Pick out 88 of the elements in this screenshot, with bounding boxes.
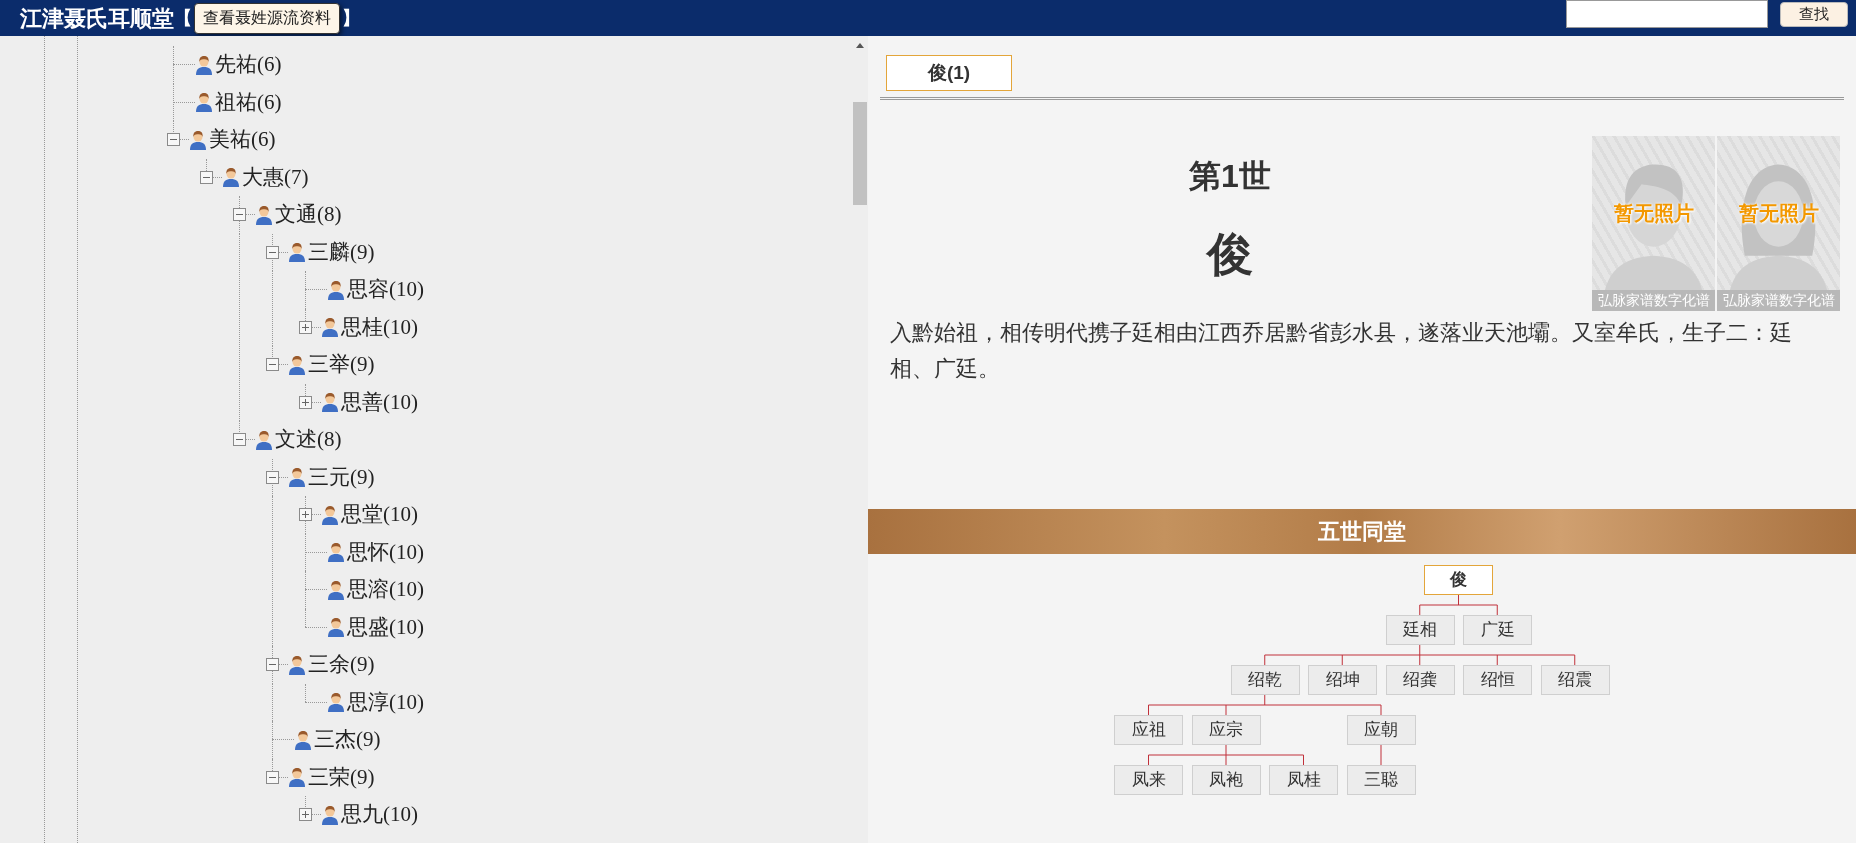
photo-caption: 弘脉家谱数字化谱 [1717,290,1840,311]
person-icon [288,242,306,263]
person-icon [327,617,345,638]
person-node[interactable]: 广廷 [1463,615,1533,645]
person-node[interactable]: 凤桂 [1269,765,1339,795]
person-name[interactable]: 思淳(10) [347,686,424,718]
site-title: 江津聂氏耳顺堂 [20,4,174,33]
scrollbar-thumb[interactable] [853,102,867,205]
scroll-up-arrow-icon[interactable] [856,43,864,48]
person-node[interactable]: 凤袍 [1191,765,1261,795]
person-icon [327,692,345,713]
expand-toggle[interactable] [266,470,279,484]
person-node[interactable]: 凤来 [1114,765,1184,795]
biography-text: 入黔始祖，相传明代携子廷相由江西乔居黔省彭水县，遂落业天池壩。又室牟氏，生子二：廷相、广廷。 [889,319,1793,383]
person-icon [195,92,213,113]
person-icon [288,767,306,788]
person-name[interactable]: 三元(9) [308,461,375,493]
person-icon [294,729,312,750]
person-name[interactable]: 思堂(10) [341,499,418,531]
person-icon [327,542,345,563]
person-icon [288,654,306,675]
expand-toggle[interactable] [299,808,312,822]
person-name[interactable]: 思怀(10) [347,536,424,568]
person-name[interactable]: 三荣(9) [308,761,375,793]
person-name[interactable]: 文通(8) [275,199,342,231]
person-icon [189,129,207,150]
tooltip: 查看聂姓源流资料 [194,2,340,34]
person-node[interactable]: 应朝 [1346,715,1416,745]
expand-toggle[interactable] [233,433,246,447]
search-field[interactable] [1566,0,1768,28]
person-name[interactable]: 思容(10) [347,274,424,306]
person-node[interactable]: 绍乾 [1230,665,1300,695]
person-node[interactable]: 俊 [1424,565,1494,595]
expand-toggle[interactable] [266,358,279,372]
expand-toggle[interactable] [233,208,246,222]
person-name[interactable]: 思桂(10) [341,311,418,343]
person-name[interactable]: 大惠(7) [242,161,309,193]
person-node[interactable]: 绍坤 [1308,665,1378,695]
person-icon [327,279,345,300]
person-name[interactable]: 美祐(6) [209,124,276,156]
person-name[interactable]: 三麟(9) [308,236,375,268]
bracket: 】 [342,6,360,30]
expand-toggle[interactable] [167,133,180,147]
person-node[interactable]: 廷相 [1385,615,1455,645]
expand-toggle[interactable] [299,508,312,522]
section-title: 五世同堂 [1318,518,1406,546]
person-icon [288,467,306,488]
person-name[interactable]: 思盛(10) [347,611,424,643]
person-title: 俊 [1207,227,1253,282]
generation-label: 第1世 [1189,157,1271,196]
person-node[interactable]: 三聪 [1346,765,1416,795]
person-node[interactable]: 绍龚 [1385,665,1455,695]
person-name[interactable]: 文述(8) [275,424,342,456]
person-icon [255,429,273,450]
person-icon [327,579,345,600]
person-name[interactable]: 祖祐(6) [215,86,282,118]
person-icon [321,504,339,525]
person-icon [255,204,273,225]
person-name[interactable]: 三余(9) [308,649,375,681]
person-name[interactable]: 三举(9) [308,349,375,381]
person-node[interactable]: 应祖 [1114,715,1184,745]
expand-toggle[interactable] [200,170,213,184]
person-name[interactable]: 思善(10) [341,386,418,418]
expand-toggle[interactable] [266,658,279,672]
person-node[interactable]: 应宗 [1191,715,1261,745]
connector-line [1380,744,1382,766]
person-icon [321,804,339,825]
bracket: 【 [174,6,192,30]
person-node[interactable]: 绍恒 [1463,665,1533,695]
person-icon [288,354,306,375]
expand-toggle[interactable] [266,770,279,784]
person-icon [222,167,240,188]
no-photo-label: 暂无照片 [1612,201,1695,226]
person-name[interactable]: 思溶(10) [347,574,424,606]
person-node[interactable]: 绍震 [1540,665,1610,695]
search-button[interactable]: 查找 [1780,2,1848,27]
person-name[interactable]: 思九(10) [341,799,418,831]
expand-toggle[interactable] [299,395,312,409]
person-name[interactable]: 先祐(6) [215,49,282,81]
expand-toggle[interactable] [266,245,279,259]
person-icon [321,317,339,338]
person-name[interactable]: 三杰(9) [314,724,381,756]
person-icon [195,54,213,75]
tab[interactable]: 俊(1) [886,55,1012,91]
expand-toggle[interactable] [299,320,312,334]
person-icon [321,392,339,413]
no-photo-label: 暂无照片 [1737,201,1820,226]
photo-caption: 弘脉家谱数字化谱 [1592,290,1715,311]
